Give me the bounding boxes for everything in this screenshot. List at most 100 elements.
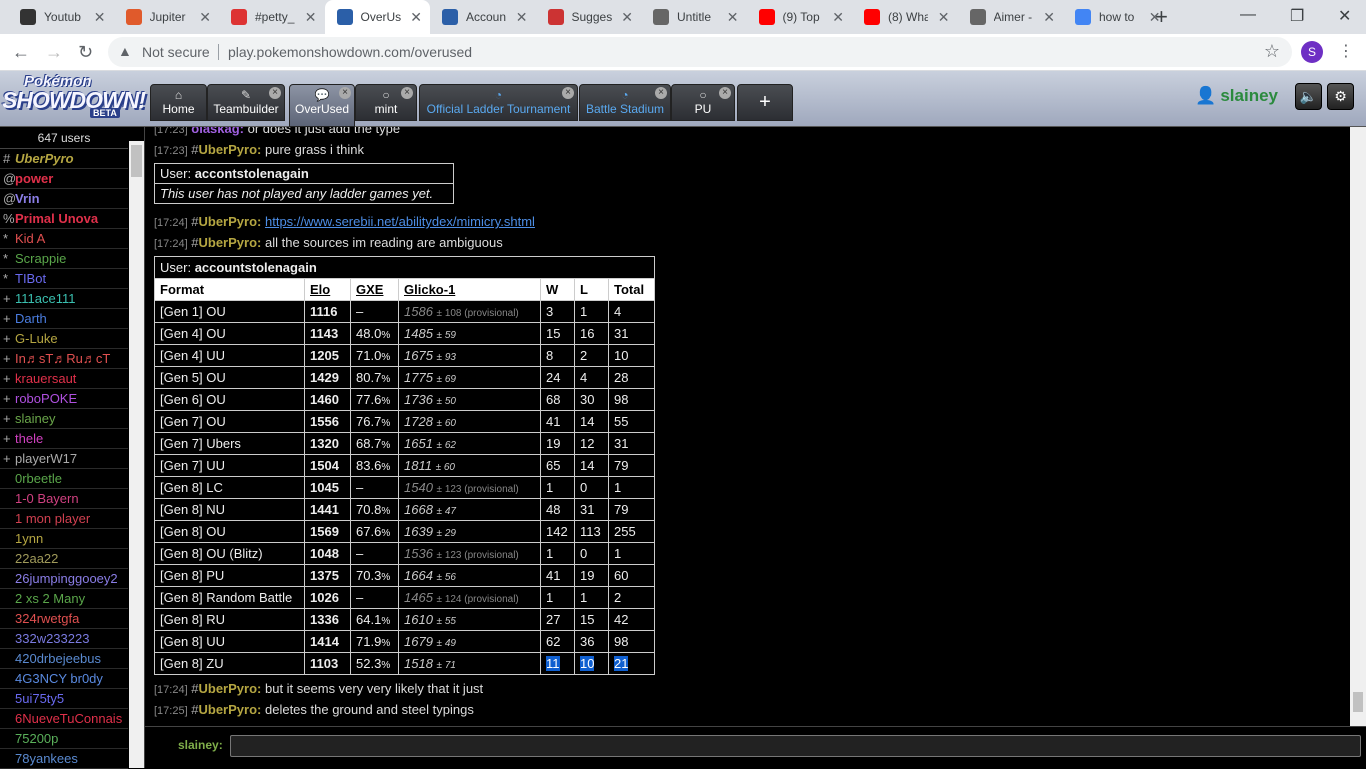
userlist-item[interactable]: @Vrin xyxy=(0,189,128,209)
close-tab-icon[interactable]: ✕ xyxy=(1043,10,1055,24)
userlist-item[interactable]: + slainey xyxy=(0,409,128,429)
userlist-item[interactable]: 75200p xyxy=(0,729,128,749)
browser-tab[interactable]: Aimer - ✕ xyxy=(958,0,1064,34)
browser-tab[interactable]: #petty_ ✕ xyxy=(219,0,325,34)
userlist-item[interactable]: * TIBot xyxy=(0,269,128,289)
userlist-item[interactable]: 2 xs 2 Many xyxy=(0,589,128,609)
browser-tab[interactable]: OverUs ✕ xyxy=(324,0,430,34)
browser-tab[interactable]: how to ✕ xyxy=(1063,0,1169,34)
omnibox[interactable]: ▲ Not secure play.pokemonshowdown.com/ov… xyxy=(108,37,1292,67)
browser-tab[interactable]: Sugges ✕ xyxy=(536,0,642,34)
tab-teambuilder[interactable]: ✎ Teambuilder × xyxy=(207,84,285,121)
userlist-item[interactable]: 1 mon player xyxy=(0,509,128,529)
url-text[interactable]: play.pokemonshowdown.com/overused xyxy=(228,44,472,60)
chat-username[interactable]: olaskag: xyxy=(191,127,244,136)
userlist-item[interactable]: 332w233223 xyxy=(0,629,128,649)
current-user[interactable]: 👤 slainey xyxy=(1195,86,1278,106)
userlist-item[interactable]: 4G3NCY br0dy xyxy=(0,669,128,689)
new-tab-button[interactable]: + xyxy=(1155,4,1168,30)
chat-username[interactable]: UberPyro: xyxy=(199,702,262,717)
close-tab-icon[interactable]: ✕ xyxy=(305,10,317,24)
userlist-item[interactable]: 324rwetgfa xyxy=(0,609,128,629)
userlist-item[interactable]: 0rbeetle xyxy=(0,469,128,489)
userlist-item[interactable]: 1ynn xyxy=(0,529,128,549)
chat-input[interactable] xyxy=(230,735,1361,757)
tab-pu[interactable]: ○ PU × xyxy=(671,84,735,121)
tab-official-ladder-tournament[interactable]: ◔ Official Ladder Tournament × xyxy=(419,84,578,121)
minimize-icon[interactable]: — xyxy=(1240,6,1256,24)
close-tab-icon[interactable]: × xyxy=(339,87,351,99)
close-tab-icon[interactable]: ✕ xyxy=(199,10,211,24)
sound-icon[interactable]: 🔈 xyxy=(1295,83,1322,110)
close-tab-icon[interactable]: ✕ xyxy=(621,10,633,24)
tab-home[interactable]: ⌂ Home xyxy=(150,84,207,121)
chat-username[interactable]: UberPyro: xyxy=(199,235,262,250)
new-room-button[interactable]: + xyxy=(737,84,793,121)
browser-tab[interactable]: Jupiter ✕ xyxy=(114,0,220,34)
chat-scroll-thumb[interactable] xyxy=(1353,692,1363,712)
close-tab-icon[interactable]: × xyxy=(401,87,413,99)
userlist-item[interactable]: + krauersaut xyxy=(0,369,128,389)
userlist-item[interactable]: @power xyxy=(0,169,128,189)
chrome-menu-icon[interactable]: ⋮ xyxy=(1338,41,1354,61)
close-tab-icon[interactable]: ✕ xyxy=(410,10,422,24)
close-tab-icon[interactable]: ✕ xyxy=(938,10,950,24)
tab-mint[interactable]: ○ mint × xyxy=(355,84,417,121)
userlist-item[interactable]: 6NueveTuConnais xyxy=(0,709,128,729)
userlist-item[interactable]: + thele xyxy=(0,429,128,449)
userlist-item[interactable]: * Scrappie xyxy=(0,249,128,269)
browser-tab[interactable]: Accoun ✕ xyxy=(430,0,536,34)
ladder-elo: 1429 xyxy=(304,366,351,389)
close-tab-icon[interactable]: ✕ xyxy=(516,10,528,24)
browser-tab[interactable]: Youtub ✕ xyxy=(8,0,114,34)
chat-username[interactable]: UberPyro: xyxy=(199,214,262,229)
userlist-item[interactable]: + roboPOKE xyxy=(0,389,128,409)
userlist-item[interactable]: * Kid A xyxy=(0,229,128,249)
userlist-item[interactable]: # UberPyro xyxy=(0,149,128,169)
userlist-item[interactable]: 22aa22 xyxy=(0,549,128,569)
userlist-item[interactable]: + Darth xyxy=(0,309,128,329)
close-tab-icon[interactable]: ✕ xyxy=(94,10,106,24)
ladder-column-header[interactable]: GXE xyxy=(350,278,399,301)
maximize-icon[interactable]: ❐ xyxy=(1290,6,1304,26)
close-tab-icon[interactable]: × xyxy=(562,87,574,99)
chat-scrollbar[interactable] xyxy=(1350,127,1366,726)
userlist-item[interactable]: +111ace111 xyxy=(0,289,128,309)
userlist-item[interactable]: 78yankees xyxy=(0,749,128,769)
close-tab-icon[interactable]: ✕ xyxy=(832,10,844,24)
close-window-icon[interactable]: ✕ xyxy=(1338,6,1351,26)
userlist-item[interactable]: 26jumpinggooey2 xyxy=(0,569,128,589)
profile-avatar[interactable]: S xyxy=(1301,41,1323,63)
userlist-scroll-thumb[interactable] xyxy=(131,145,142,177)
tab-battle-stadium[interactable]: ◔ Battle Stadium × xyxy=(579,84,671,121)
userlist-item[interactable]: 1-0 Bayern xyxy=(0,489,128,509)
forward-icon[interactable]: → xyxy=(45,42,63,63)
tab-overused[interactable]: 💬 OverUsed × xyxy=(289,84,355,127)
browser-tab[interactable]: (9) Top ✕ xyxy=(747,0,853,34)
browser-tab[interactable]: (8) Wha ✕ xyxy=(852,0,958,34)
bookmark-star-icon[interactable]: ☆ xyxy=(1264,41,1280,62)
close-tab-icon[interactable]: ✕ xyxy=(727,10,739,24)
showdown-logo[interactable]: Pokémon SHOWDOWN! BETA xyxy=(2,73,148,119)
userlist-scrollbar[interactable] xyxy=(129,141,144,768)
userlist-item[interactable]: + G-Luke xyxy=(0,329,128,349)
userlist-item[interactable]: %Primal Unova xyxy=(0,209,128,229)
ladder-elo: 1504 xyxy=(304,454,351,477)
close-tab-icon[interactable]: × xyxy=(655,87,667,99)
gear-icon[interactable]: ⚙ xyxy=(1327,83,1354,110)
chat-link[interactable]: https://www.serebii.net/abilitydex/mimic… xyxy=(265,214,535,229)
userlist-item[interactable]: + playerW17 xyxy=(0,449,128,469)
userlist-item[interactable]: 420drbejeebus xyxy=(0,649,128,669)
ladder-column-header[interactable]: Elo xyxy=(304,278,351,301)
ladder-column-header[interactable]: Glicko-1 xyxy=(398,278,541,301)
chat-username[interactable]: UberPyro: xyxy=(199,142,262,157)
chat-username[interactable]: UberPyro: xyxy=(199,681,262,696)
userlist-item[interactable]: + In♬sT♬Ru♬cT xyxy=(0,349,128,369)
close-tab-icon[interactable]: × xyxy=(269,87,281,99)
reload-icon[interactable]: ↻ xyxy=(78,42,93,63)
close-tab-icon[interactable]: × xyxy=(719,87,731,99)
back-icon[interactable]: ← xyxy=(12,42,30,63)
not-secure-label[interactable]: Not secure xyxy=(142,44,210,60)
browser-tab[interactable]: Untitle ✕ xyxy=(641,0,747,34)
userlist-item[interactable]: 5ui75ty5 xyxy=(0,689,128,709)
